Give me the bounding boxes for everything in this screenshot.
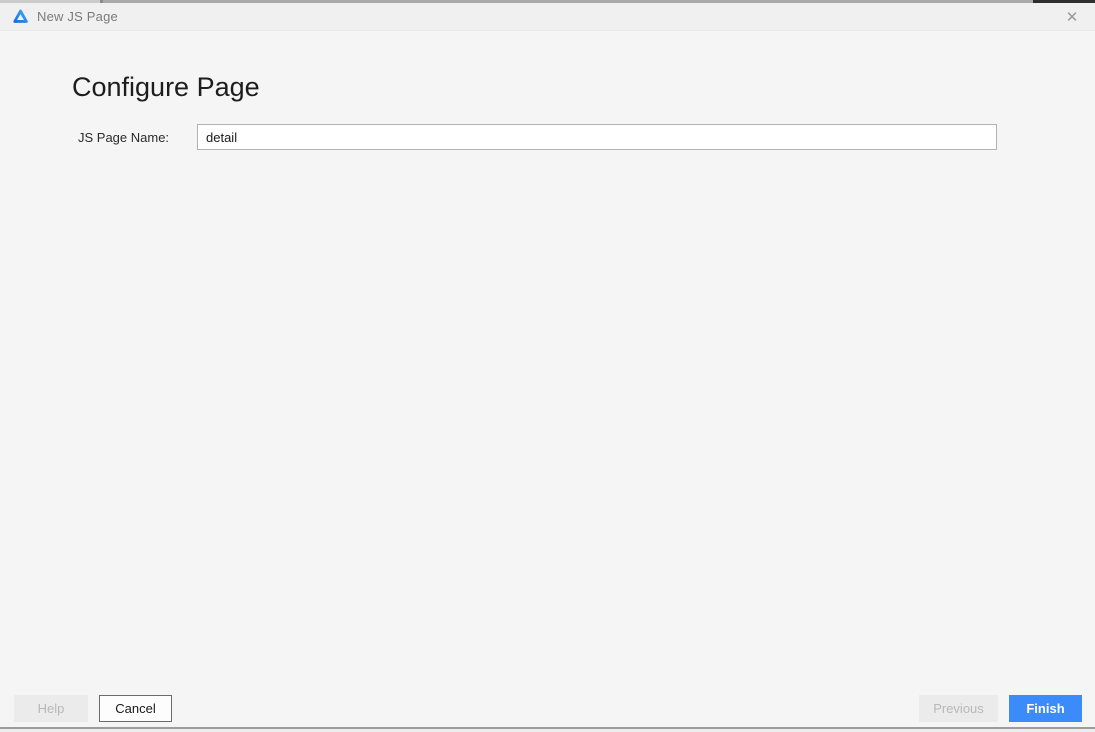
dialog-content: Configure Page JS Page Name:: [0, 32, 1095, 727]
finish-button[interactable]: Finish: [1009, 695, 1082, 722]
help-button: Help: [14, 695, 88, 722]
dialog-titlebar[interactable]: New JS Page ✕: [0, 3, 1095, 31]
dialog-title: New JS Page: [37, 9, 118, 24]
page-title: Configure Page: [72, 72, 260, 102]
deveco-logo-icon: [12, 8, 29, 25]
close-icon[interactable]: ✕: [1057, 3, 1087, 31]
cancel-button[interactable]: Cancel: [99, 695, 172, 722]
js-page-name-label: JS Page Name:: [78, 130, 170, 145]
previous-button: Previous: [919, 695, 998, 722]
js-page-name-input[interactable]: [197, 124, 997, 150]
